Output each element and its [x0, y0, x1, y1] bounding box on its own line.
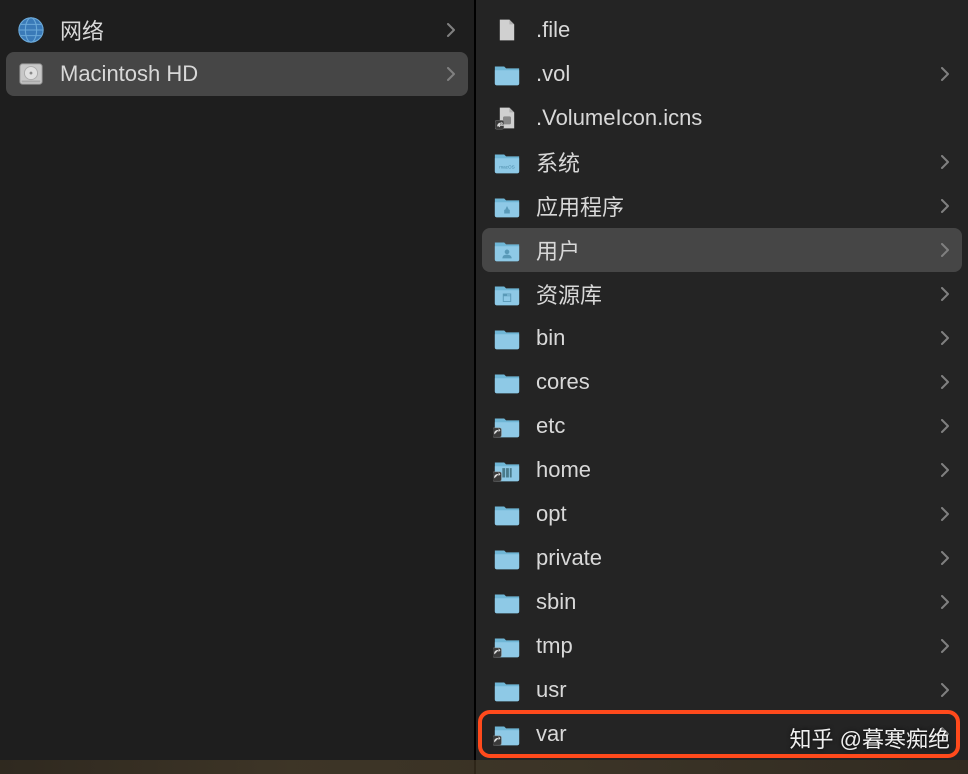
rightPane-item-label: sbin — [536, 589, 938, 615]
leftPane-item-label: Macintosh HD — [60, 61, 444, 87]
folder-icon — [492, 719, 522, 749]
leftPane-item[interactable]: Macintosh HD — [6, 52, 468, 96]
rightPane-item-label: .vol — [536, 61, 938, 87]
leftPane-item[interactable]: 网络 — [6, 8, 468, 52]
rightPane-item[interactable]: .VolumeIcon.icns — [482, 96, 962, 140]
rightPane-item[interactable]: macOS 系统 — [482, 140, 962, 184]
rightPane-item[interactable]: etc — [482, 404, 962, 448]
chevron-right-icon — [938, 639, 952, 653]
rightPane-item[interactable]: opt — [482, 492, 962, 536]
folder-icon — [492, 367, 522, 397]
rightPane-item-label: 系统 — [536, 146, 938, 178]
chevron-right-icon — [938, 243, 952, 257]
rightPane-item[interactable]: 用户 — [482, 228, 962, 272]
folder-icon — [492, 499, 522, 529]
folder-users-icon — [492, 235, 522, 265]
chevron-right-icon — [938, 67, 952, 81]
rightPane-item-label: 用户 — [536, 234, 938, 266]
chevron-right-icon — [938, 551, 952, 565]
folder-system-icon: macOS — [492, 147, 522, 177]
rightPane-item[interactable]: cores — [482, 360, 962, 404]
rightPane-item-label: etc — [536, 413, 938, 439]
rightPane-item[interactable]: tmp — [482, 624, 962, 668]
rightPane-item[interactable]: 资源库 — [482, 272, 962, 316]
hdd-icon — [16, 59, 46, 89]
folder-icon — [492, 59, 522, 89]
folder-home-icon — [492, 455, 522, 485]
chevron-right-icon — [938, 595, 952, 609]
rightPane-item-label: tmp — [536, 633, 938, 659]
folder-library-icon — [492, 279, 522, 309]
decorative-strip — [0, 760, 968, 774]
chevron-right-icon — [444, 67, 458, 81]
rightPane-item-label: 应用程序 — [536, 190, 938, 222]
chevron-right-icon — [938, 463, 952, 477]
folder-icon — [492, 675, 522, 705]
folder-apps-icon — [492, 191, 522, 221]
leftPane-item-label: 网络 — [60, 14, 444, 46]
rightPane-item-label: .VolumeIcon.icns — [536, 105, 952, 131]
rightPane-item-label: usr — [536, 677, 938, 703]
rightPane-item-label: .file — [536, 17, 952, 43]
chevron-right-icon — [938, 419, 952, 433]
rightPane-item-label: private — [536, 545, 938, 571]
rightPane-item-label: opt — [536, 501, 938, 527]
devices-sidebar: 网络 Macintosh HD — [0, 0, 476, 774]
rightPane-item[interactable]: usr — [482, 668, 962, 712]
folder-icon — [492, 587, 522, 617]
rightPane-item-label: var — [536, 721, 938, 747]
rightPane-item[interactable]: var — [482, 712, 962, 756]
chevron-right-icon — [938, 507, 952, 521]
svg-text:macOS: macOS — [499, 165, 515, 170]
rightPane-item[interactable]: sbin — [482, 580, 962, 624]
folder-icon — [492, 543, 522, 573]
file-icon — [492, 15, 522, 45]
rightPane-item[interactable]: .vol — [482, 52, 962, 96]
chevron-right-icon — [938, 683, 952, 697]
folder-icon — [492, 411, 522, 441]
rightPane-item-label: 资源库 — [536, 278, 938, 310]
chevron-right-icon — [938, 199, 952, 213]
rightPane-item-label: bin — [536, 325, 938, 351]
chevron-right-icon — [444, 23, 458, 37]
chevron-right-icon — [938, 287, 952, 301]
folder-icon — [492, 323, 522, 353]
rightPane-item-label: cores — [536, 369, 938, 395]
folder-contents: .file .vol .VolumeIcon.icns macOS 系统 应用程… — [476, 0, 968, 774]
chevron-right-icon — [938, 375, 952, 389]
chevron-right-icon — [938, 727, 952, 741]
rightPane-item[interactable]: 应用程序 — [482, 184, 962, 228]
rightPane-item[interactable]: private — [482, 536, 962, 580]
network-icon — [16, 15, 46, 45]
folder-icon — [492, 631, 522, 661]
chevron-right-icon — [938, 331, 952, 345]
rightPane-item[interactable]: bin — [482, 316, 962, 360]
rightPane-item[interactable]: home — [482, 448, 962, 492]
icns-icon — [492, 103, 522, 133]
rightPane-item[interactable]: .file — [482, 8, 962, 52]
rightPane-item-label: home — [536, 457, 938, 483]
chevron-right-icon — [938, 155, 952, 169]
